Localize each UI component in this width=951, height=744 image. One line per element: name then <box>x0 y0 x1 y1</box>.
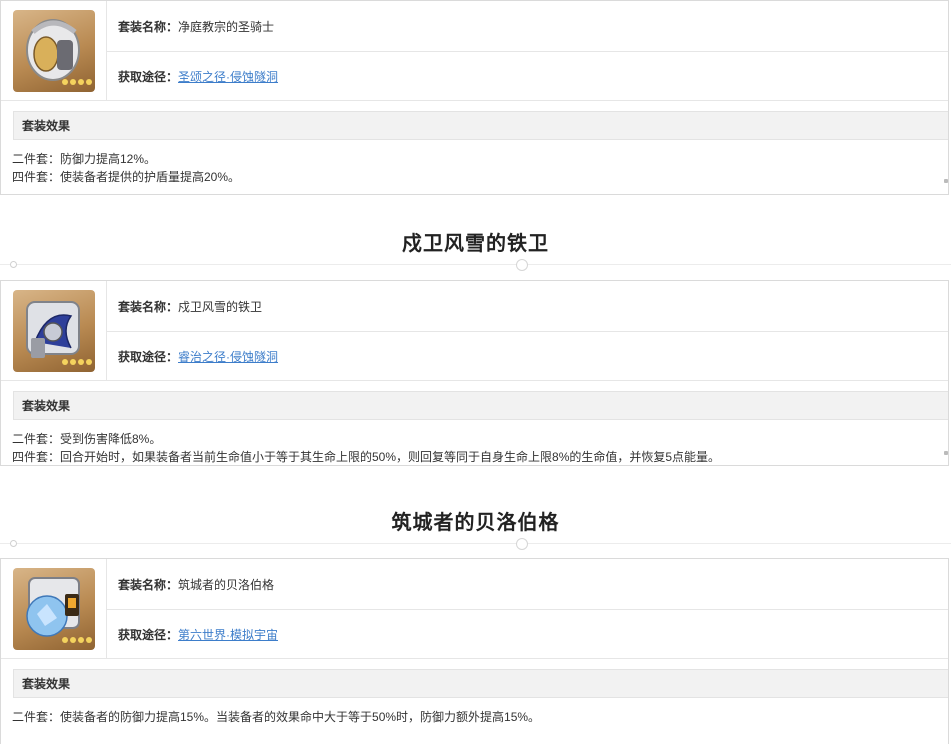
card-top: 套装名称： 筑城者的贝洛伯格 获取途径： 第六世界·模拟宇宙 <box>1 559 948 659</box>
set-name-row: 套装名称： 净庭教宗的圣骑士 <box>107 1 948 51</box>
effect-line-2pc: 二件套：使装备者的防御力提高15%。当装备者的效果命中大于等于50%时，防御力额… <box>12 710 541 724</box>
source-label: 获取途径： <box>118 69 179 84</box>
source-row: 获取途径： 第六世界·模拟宇宙 <box>107 609 948 658</box>
source-row: 获取途径： 圣颂之径·侵蚀隧洞 <box>107 51 948 100</box>
set-name-row: 套装名称： 筑城者的贝洛伯格 <box>107 559 948 609</box>
scroll-edge-mark <box>944 179 948 183</box>
section-title: 戍卫风雪的铁卫 <box>402 233 549 255</box>
source-link[interactable]: 睿治之径·侵蚀隧洞 <box>178 348 278 365</box>
thumb-cell <box>1 559 107 658</box>
effect-header: 套装效果 <box>13 391 948 420</box>
section-divider <box>0 259 951 271</box>
belobog-sphere-icon[interactable] <box>12 567 95 650</box>
section-divider <box>0 538 951 550</box>
effect-line-4pc: 四件套：使装备者提供的护盾量提高20%。 <box>12 170 241 184</box>
divider-ornament <box>516 538 528 550</box>
divider-dot <box>10 261 17 268</box>
info-col: 套装名称： 筑城者的贝洛伯格 获取途径： 第六世界·模拟宇宙 <box>107 559 948 658</box>
effect-line-4pc: 四件套：回合开始时，如果装备者当前生命值小于等于其生命上限的50%，则回复等同于… <box>12 450 721 464</box>
paladin-helmet-icon[interactable] <box>12 9 95 92</box>
set-name-value: 戍卫风雪的铁卫 <box>178 299 263 314</box>
set-name-label: 套装名称： <box>118 19 179 34</box>
source-link[interactable]: 圣颂之径·侵蚀隧洞 <box>178 68 278 85</box>
set-name-value: 净庭教宗的圣骑士 <box>178 19 275 34</box>
guard-armor-icon[interactable] <box>12 289 95 372</box>
effect-header: 套装效果 <box>13 111 948 140</box>
source-label: 获取途径： <box>118 627 179 642</box>
relic-card-2: 套装名称： 戍卫风雪的铁卫 获取途径： 睿治之径·侵蚀隧洞 套装效果 二件套：受… <box>0 280 949 466</box>
card-top: 套装名称： 净庭教宗的圣骑士 获取途径： 圣颂之径·侵蚀隧洞 <box>1 1 948 101</box>
scroll-edge-mark <box>944 451 948 455</box>
thumb-cell <box>1 281 107 380</box>
info-col: 套装名称： 戍卫风雪的铁卫 获取途径： 睿治之径·侵蚀隧洞 <box>107 281 948 380</box>
relic-card-1: 套装名称： 净庭教宗的圣骑士 获取途径： 圣颂之径·侵蚀隧洞 套装效果 二件套：… <box>0 0 949 195</box>
set-name-row: 套装名称： 戍卫风雪的铁卫 <box>107 281 948 331</box>
effect-body: 二件套：防御力提高12%。 四件套：使装备者提供的护盾量提高20%。 <box>1 140 948 192</box>
thumb-cell <box>1 1 107 100</box>
effect-line-2pc: 二件套：防御力提高12%。 <box>12 152 157 166</box>
divider-ornament <box>516 259 528 271</box>
effect-body: 二件套：使装备者的防御力提高15%。当装备者的效果命中大于等于50%时，防御力额… <box>1 698 948 732</box>
divider-dot <box>10 540 17 547</box>
source-row: 获取途径： 睿治之径·侵蚀隧洞 <box>107 331 948 380</box>
section-title: 筑城者的贝洛伯格 <box>391 512 560 534</box>
effect-header: 套装效果 <box>13 669 948 698</box>
card-top: 套装名称： 戍卫风雪的铁卫 获取途径： 睿治之径·侵蚀隧洞 <box>1 281 948 381</box>
set-name-label: 套装名称： <box>118 577 179 592</box>
relic-card-3: 套装名称： 筑城者的贝洛伯格 获取途径： 第六世界·模拟宇宙 套装效果 二件套：… <box>0 558 949 744</box>
set-name-label: 套装名称： <box>118 299 179 314</box>
source-link[interactable]: 第六世界·模拟宇宙 <box>178 626 278 643</box>
source-label: 获取途径： <box>118 349 179 364</box>
effect-body: 二件套：受到伤害降低8%。 四件套：回合开始时，如果装备者当前生命值小于等于其生… <box>1 420 948 472</box>
set-name-value: 筑城者的贝洛伯格 <box>178 577 275 592</box>
effect-line-2pc: 二件套：受到伤害降低8%。 <box>12 432 162 446</box>
info-col: 套装名称： 净庭教宗的圣骑士 获取途径： 圣颂之径·侵蚀隧洞 <box>107 1 948 100</box>
